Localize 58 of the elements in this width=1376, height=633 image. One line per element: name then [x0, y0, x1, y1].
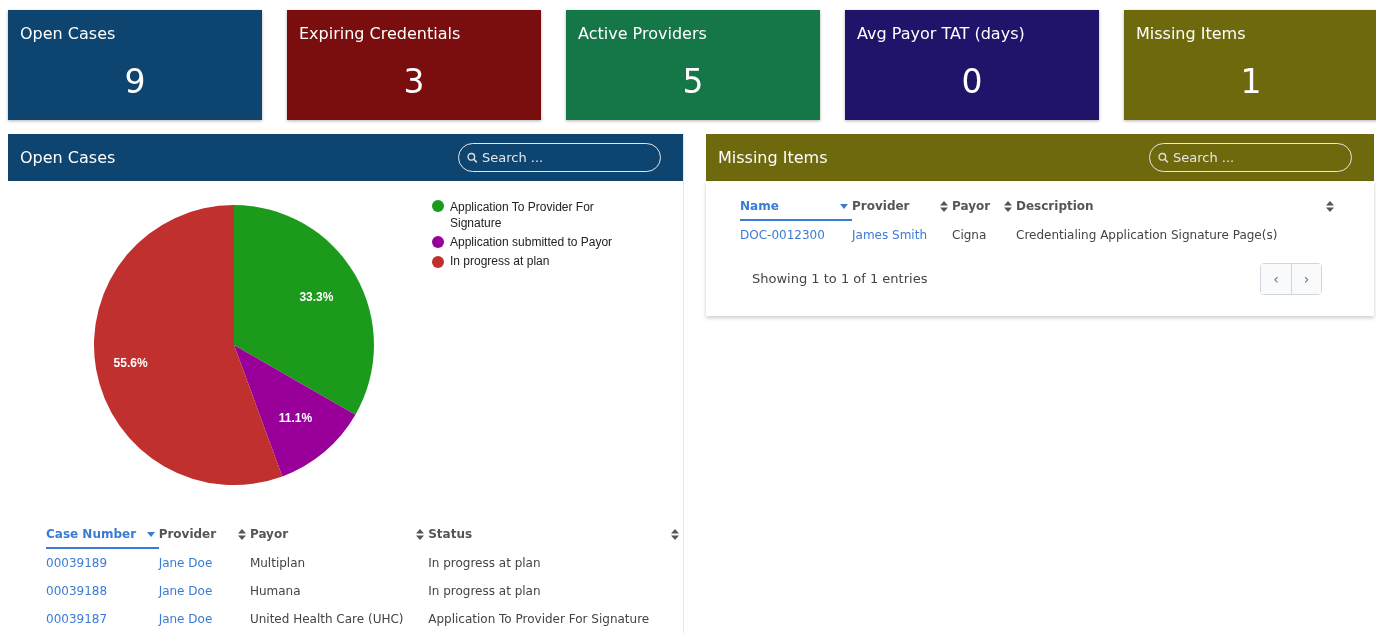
panel-title: Open Cases	[20, 146, 116, 169]
column-header[interactable]: Description	[1016, 193, 1338, 220]
entries-info: Showing 1 to 1 of 1 entries	[752, 270, 928, 289]
table-cell-text: Humana	[249, 583, 302, 600]
table-cell: Cigna	[952, 220, 1016, 249]
legend-dot	[432, 200, 444, 212]
sort-descending-icon	[146, 531, 155, 537]
table-link[interactable]: Jane Doe	[158, 605, 250, 633]
table-link[interactable]: James Smith	[852, 220, 952, 249]
table-cell-text: Multiplan	[249, 555, 307, 572]
table-link[interactable]: DOC-0012300	[740, 220, 852, 249]
tile-value: 5	[682, 65, 704, 98]
search-input[interactable]: Search ...	[1173, 147, 1343, 168]
table-link[interactable]: 00039188	[46, 577, 159, 605]
legend-dot	[432, 256, 444, 268]
tile-value: 1	[1240, 65, 1262, 98]
data-label: 33.3%	[299, 290, 334, 305]
search-input[interactable]: Search ...	[482, 147, 652, 168]
sort-icon	[237, 528, 246, 540]
table-cell-text: In progress at plan	[428, 583, 542, 600]
legend-dot	[432, 236, 444, 248]
table-link[interactable]: Jane Doe	[158, 548, 250, 577]
search-icon	[1158, 150, 1169, 165]
table-cell-text: Credentialing Application Signature Page(s)	[1016, 227, 1279, 244]
column-header[interactable]: Status	[428, 521, 683, 548]
sort-icon	[1326, 200, 1334, 212]
tile-value: 3	[403, 65, 425, 98]
sort-descending-icon	[840, 203, 848, 209]
table-cell-text: In progress at plan	[428, 555, 542, 572]
column-header[interactable]: Provider	[158, 521, 250, 548]
table-link[interactable]: 00039187	[46, 605, 159, 633]
table-cell-text: Application To Provider For Signature	[428, 611, 651, 628]
legend-label: In progress at plan	[450, 253, 551, 269]
column-header[interactable]: Name	[740, 193, 852, 220]
data-label: 55.6%	[113, 356, 148, 371]
table-link[interactable]: Jane Doe	[158, 577, 250, 605]
sort-icon	[1004, 200, 1012, 212]
column-header[interactable]: Payor	[952, 193, 1016, 220]
tile-value: 0	[961, 65, 983, 98]
legend-label: Application submitted to Payor	[450, 234, 614, 250]
sort-icon	[416, 528, 425, 540]
column-header[interactable]: Payor	[249, 521, 429, 548]
search-icon	[467, 150, 478, 165]
data-label: 11.1%	[278, 410, 313, 425]
column-header[interactable]: Provider	[852, 193, 952, 220]
sort-icon	[671, 528, 679, 540]
panel-title: Missing Items	[718, 146, 828, 169]
column-header[interactable]: Case Number	[46, 521, 159, 548]
sort-icon	[940, 200, 948, 212]
tile-value: 9	[124, 65, 146, 98]
table-link[interactable]: 00039189	[46, 548, 159, 577]
legend-label: Application To Provider For Signature	[450, 199, 595, 231]
table-cell: United Health Care (UHC)	[249, 605, 429, 633]
tile-label: Active Providers	[578, 23, 707, 45]
tile-label: Missing Items	[1136, 23, 1246, 45]
tile-label: Avg Payor TAT (days)	[857, 23, 1025, 45]
tile-label: Expiring Credentials	[299, 23, 461, 45]
tile-label: Open Cases	[20, 23, 116, 45]
